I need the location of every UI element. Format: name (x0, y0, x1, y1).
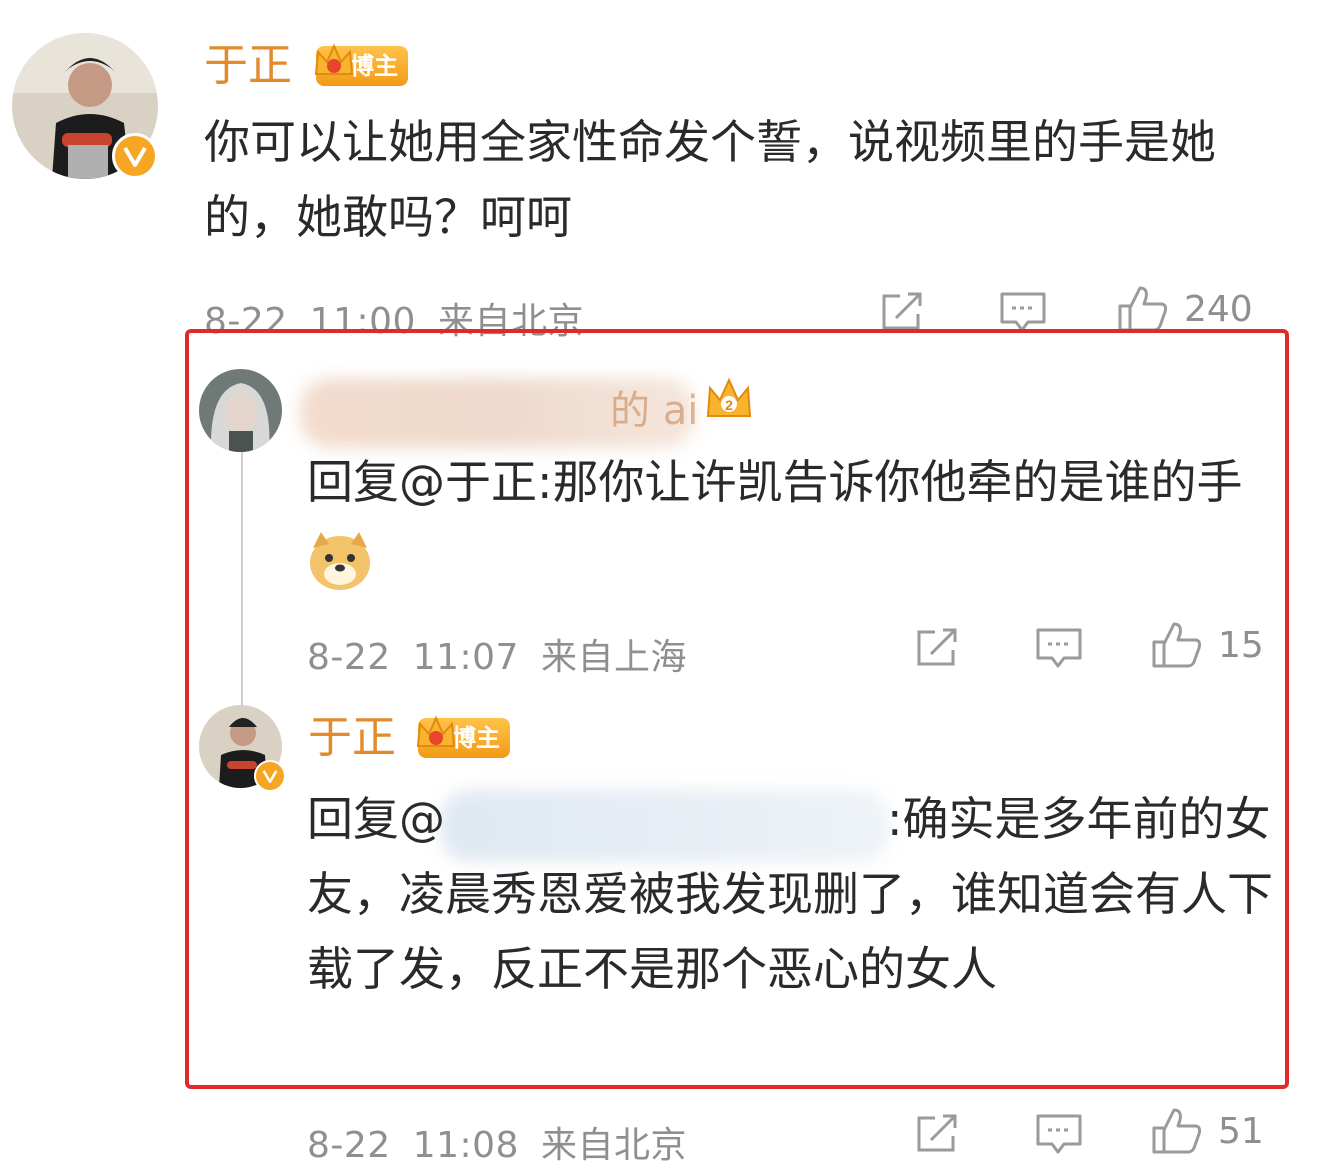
like-button[interactable]: 51 (1150, 1106, 1264, 1156)
svg-text:2: 2 (725, 397, 733, 413)
like-button[interactable]: 240 (1116, 284, 1253, 334)
like-button[interactable]: 15 (1150, 620, 1264, 670)
share-button[interactable] (878, 290, 926, 334)
reply-meta: 8-22 11:07 来自上海 (307, 628, 709, 680)
share-icon (882, 292, 922, 330)
reply-body: :那你让许凯告诉你他牵的是谁的手 (537, 455, 1243, 509)
share-icon (917, 628, 957, 666)
reply-time: 11:08 (412, 1125, 519, 1166)
comment-icon (1036, 1114, 1082, 1154)
share-button[interactable] (913, 1112, 961, 1156)
comment-icon (1000, 292, 1046, 332)
reply-time: 11:07 (412, 637, 519, 678)
crown-icon (416, 715, 456, 747)
reply-author-fragment: 的 ai (610, 388, 699, 434)
verified-v-icon (112, 133, 158, 179)
reply-text: 回复@:确实是多年前的女友，凌晨秀恩爱被我发现删了，谁知道会有人下载了发，反正不… (307, 782, 1277, 1007)
reply-avatar[interactable] (199, 369, 282, 452)
comment-button[interactable] (1034, 1112, 1084, 1156)
like-icon (1152, 1108, 1202, 1154)
like-count: 51 (1218, 1110, 1264, 1152)
reply-location: 来自北京 (540, 1125, 687, 1166)
comment-icon (1036, 628, 1082, 668)
reply-date: 8-22 (307, 637, 391, 678)
like-icon (1118, 286, 1168, 332)
like-count: 15 (1218, 624, 1264, 666)
reply-text: 回复@于正:那你让许凯告诉你他牵的是谁的手 (307, 445, 1267, 595)
blogger-badge: 博主 (416, 715, 510, 758)
reply-prefix: 回复 (307, 455, 399, 509)
author-name[interactable]: 于正 (204, 44, 292, 88)
comment-button[interactable] (1034, 626, 1084, 670)
mention-link[interactable]: @于正 (399, 455, 537, 509)
thread-line (241, 450, 243, 710)
crown-icon (314, 43, 354, 75)
like-icon (1152, 622, 1202, 668)
comment-text: 你可以让她用全家性命发个誓，说视频里的手是她的，她敢吗？呵呵 (204, 115, 1216, 244)
doge-emoji-icon (310, 531, 370, 590)
share-icon (917, 1114, 957, 1152)
reply-date: 8-22 (307, 1125, 391, 1166)
reply-body: :确实是多年前的女友，凌晨秀恩爱被我发现删了，谁知道会有人下载了发，反正不是那个… (307, 792, 1273, 996)
reply-meta: 8-22 11:08 来自北京 (307, 1116, 709, 1168)
verified-v-icon (254, 760, 286, 792)
blogger-badge: 博主 (314, 43, 408, 86)
reply-location: 来自上海 (540, 637, 687, 678)
like-count: 240 (1184, 288, 1253, 330)
mention-link[interactable]: @ (399, 792, 445, 846)
comment-button[interactable] (998, 290, 1048, 334)
reply-prefix: 回复 (307, 792, 399, 846)
crown-icon: 2 (706, 377, 752, 417)
author-name[interactable]: 于正 (308, 716, 396, 760)
share-button[interactable] (913, 626, 961, 670)
